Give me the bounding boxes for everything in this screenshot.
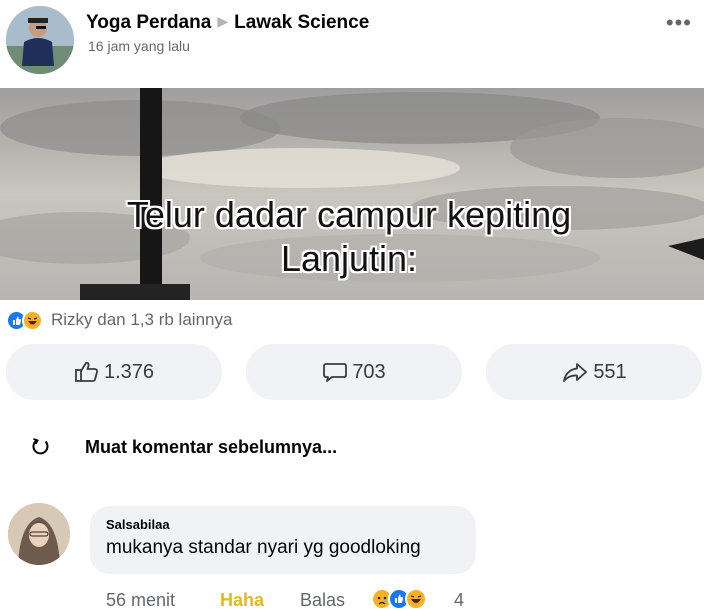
comment-time[interactable]: 56 menit (106, 590, 175, 611)
share-count: 551 (593, 360, 627, 383)
comment-button[interactable]: 703 (246, 344, 462, 400)
post-time[interactable]: 16 jam yang lalu (88, 38, 190, 54)
more-options-icon[interactable]: ••• (666, 10, 692, 36)
caption-line-2: Lanjutin: (280, 238, 418, 279)
reply-button[interactable]: Balas (300, 590, 345, 611)
comment-reactions[interactable] (371, 588, 427, 610)
thumbs-up-icon (75, 361, 98, 382)
comment-meta: 56 menit Haha Balas 4 (0, 590, 704, 612)
reaction-names[interactable]: Rizky dan 1,3 rb lainnya (51, 310, 232, 330)
haha-icon (22, 309, 43, 331)
refresh-icon (32, 438, 49, 455)
load-more-label: Muat komentar sebelumnya... (85, 436, 338, 457)
group-name[interactable]: Lawak Science (234, 12, 369, 33)
reactions-summary[interactable]: Rizky dan 1,3 rb lainnya (6, 308, 232, 332)
author-avatar[interactable] (6, 6, 74, 74)
comment-author[interactable]: Salsabilaa (106, 517, 476, 532)
comment-text: mukanya standar nyari yg goodloking (106, 537, 421, 558)
author-name[interactable]: Yoga Perdana (86, 12, 211, 33)
load-previous-comments[interactable]: Muat komentar sebelumnya... (30, 436, 337, 458)
post-actions: 1.376 703 551 (0, 344, 704, 400)
post-image[interactable]: Telur dadar campur kepiting Lanjutin: (0, 88, 704, 300)
comment-reaction-button[interactable]: Haha (220, 590, 264, 611)
caption-line-1: Telur dadar campur kepiting (126, 194, 572, 235)
commenter-avatar[interactable] (8, 503, 70, 565)
like-count: 1.376 (103, 360, 155, 383)
share-button[interactable]: 551 (486, 344, 702, 400)
share-icon (563, 363, 588, 382)
comment-count: 703 (352, 360, 386, 383)
comment-reaction-count[interactable]: 4 (454, 590, 464, 611)
post-author-line: Yoga Perdana ▶ Lawak Science (86, 12, 369, 34)
like-button[interactable]: 1.376 (6, 344, 222, 400)
comment-icon (323, 363, 348, 382)
post-header: Yoga Perdana ▶ Lawak Science 16 jam yang l… (0, 0, 704, 88)
haha-icon (405, 588, 427, 610)
arrow-right-icon: ▶ (217, 13, 229, 29)
comment-bubble: Salsabilaa mukanya standar nyari yg good… (90, 506, 476, 574)
